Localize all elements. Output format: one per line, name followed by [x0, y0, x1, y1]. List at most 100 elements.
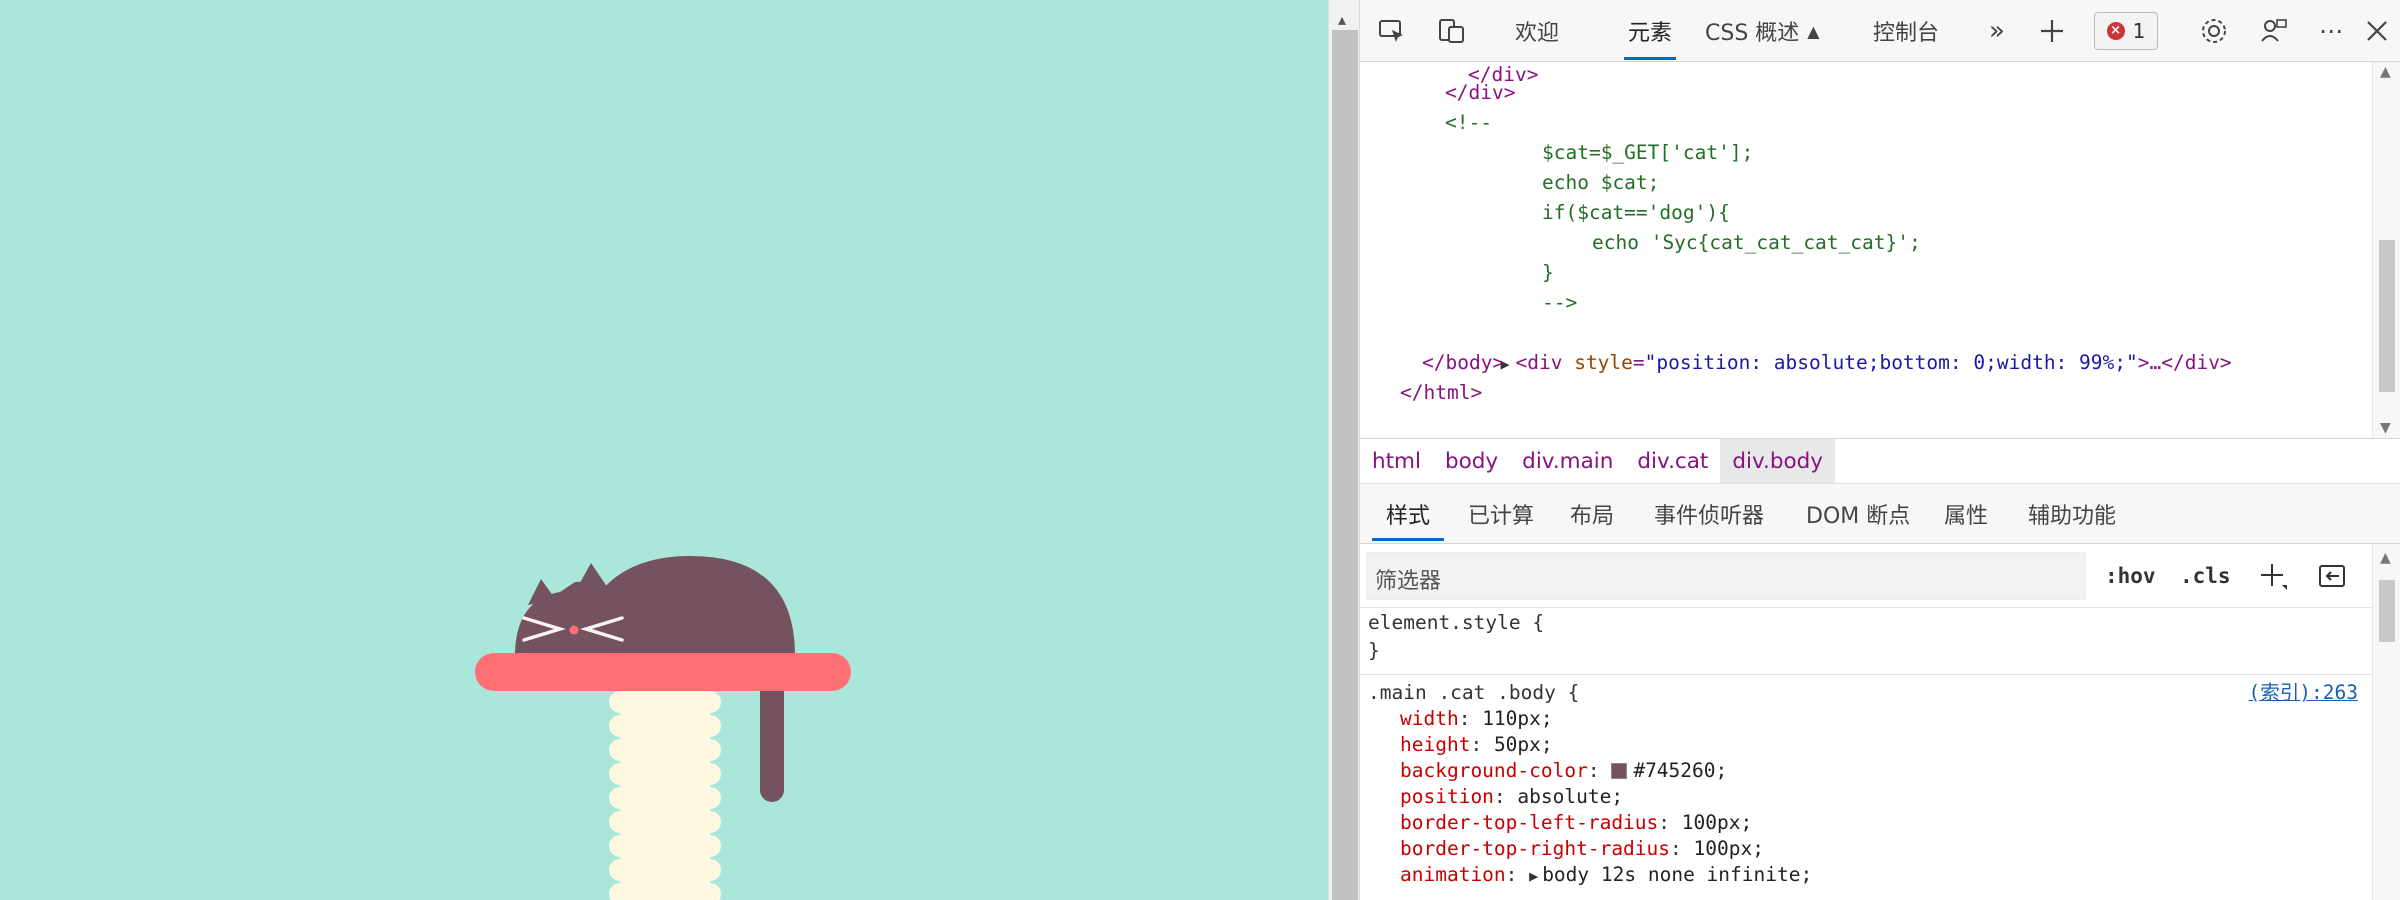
- scrollbar-thumb[interactable]: [2379, 240, 2395, 392]
- styles-filter-input[interactable]: 筛选器: [1366, 552, 2086, 600]
- dom-line[interactable]: </html>: [1400, 378, 1482, 408]
- css-property: width: [1400, 707, 1459, 730]
- element-style-selector[interactable]: element.style {: [1368, 610, 1544, 636]
- dom-comment-line[interactable]: echo $cat;: [1542, 168, 1659, 198]
- dom-line[interactable]: </div>: [1445, 78, 1515, 108]
- tab-css-overview-label: CSS 概述: [1705, 21, 1800, 46]
- page-scrollbar[interactable]: ▴: [1328, 0, 1360, 900]
- dom-node-div[interactable]: ▶ <div style="position: absolute;bottom: …: [1430, 318, 2231, 374]
- tab-layout[interactable]: 布局: [1570, 484, 1614, 544]
- breadcrumb-div-body[interactable]: div.body: [1720, 439, 1836, 483]
- color-swatch[interactable]: [1611, 763, 1628, 779]
- dom-comment-line[interactable]: if($cat=='dog'){: [1542, 198, 1730, 228]
- error-count-badge[interactable]: × 1: [2094, 12, 2158, 50]
- dom-tree-scrollbar[interactable]: ▲ ▼: [2372, 62, 2400, 438]
- css-value: 100px;: [1681, 811, 1753, 834]
- scroll-up-icon[interactable]: ▲: [2380, 64, 2391, 80]
- element-style-close: }: [1368, 639, 1380, 662]
- scroll-up-icon[interactable]: ▲: [2380, 550, 2391, 566]
- rule-divider: [1360, 674, 2372, 675]
- dom-comment-line[interactable]: echo 'Syc{cat_cat_cat_cat}';: [1592, 228, 1921, 258]
- device-emulation-icon[interactable]: [1434, 14, 1468, 48]
- more-options-icon[interactable]: ⋯: [2314, 14, 2348, 48]
- feedback-icon[interactable]: [2257, 14, 2291, 48]
- tab-elements[interactable]: 元素: [1624, 0, 1677, 62]
- tab-css-overview[interactable]: CSS 概述 ▲: [1705, 0, 1820, 62]
- dom-comment-line[interactable]: $cat=$_GET['cat'];: [1542, 138, 1753, 168]
- css-declaration[interactable]: background-color: #745260;: [1400, 758, 1727, 784]
- css-value: body 12s none infinite;: [1542, 863, 1813, 886]
- animation-play-icon[interactable]: ▶: [1529, 863, 1538, 889]
- rule-selector[interactable]: .main .cat .body {: [1368, 680, 1579, 706]
- settings-icon[interactable]: [2197, 14, 2231, 48]
- tab-computed[interactable]: 已计算: [1468, 484, 1534, 544]
- scrollbar-thumb[interactable]: [2379, 580, 2395, 642]
- dom-comment-close[interactable]: -->: [1542, 288, 1577, 318]
- dom-comment-open[interactable]: <!--: [1445, 108, 1492, 138]
- css-value: 100px;: [1693, 837, 1764, 860]
- dom-line[interactable]: </body>: [1422, 348, 1504, 378]
- more-tabs-icon[interactable]: »: [1980, 14, 2014, 48]
- tab-event-listeners[interactable]: 事件侦听器: [1654, 484, 1764, 544]
- scroll-down-icon[interactable]: ▼: [2380, 420, 2391, 436]
- css-value: #745260;: [1633, 759, 1728, 782]
- error-count: 1: [2132, 19, 2146, 43]
- css-value: 110px;: [1482, 707, 1553, 730]
- css-declaration[interactable]: position: absolute;: [1400, 784, 1623, 810]
- inspect-icon[interactable]: [1375, 14, 1409, 48]
- cat-scene: [475, 556, 851, 900]
- breadcrumb-div-cat[interactable]: div.cat: [1625, 439, 1720, 483]
- flask-icon: ▲: [1807, 21, 1820, 41]
- css-declaration[interactable]: animation: ▶ body 12s none infinite;: [1400, 862, 1812, 888]
- tab-properties[interactable]: 属性: [1944, 484, 1988, 544]
- dom-tag: <div: [1515, 351, 1563, 374]
- error-icon: ×: [2106, 22, 2125, 40]
- css-property: border-top-left-radius: [1400, 811, 1659, 834]
- dom-comment-line[interactable]: }: [1542, 258, 1554, 288]
- css-property: height: [1400, 733, 1471, 756]
- styles-pane: element.style { } .main .cat .body { (索引…: [1360, 608, 2372, 900]
- cls-button[interactable]: .cls: [2180, 552, 2231, 600]
- toggle-sidebar-icon[interactable]: [2317, 552, 2347, 600]
- css-declaration[interactable]: border-top-right-radius: 100px;: [1400, 836, 1764, 862]
- breadcrumb-body[interactable]: body: [1433, 439, 1510, 483]
- css-declaration[interactable]: width: 110px;: [1400, 706, 1553, 732]
- tab-accessibility[interactable]: 辅助功能: [2028, 484, 2116, 544]
- dom-tree[interactable]: </div> </div> <!-- $cat=$_GET['cat']; ec…: [1360, 62, 2372, 438]
- dom-attr-value: "position: absolute;bottom: 0;width: 99%…: [1644, 351, 2138, 374]
- dom-attr-name: style: [1574, 351, 1633, 374]
- page-viewport: [0, 0, 1328, 900]
- new-style-rule-icon[interactable]: [2258, 552, 2288, 600]
- css-declaration[interactable]: border-top-left-radius: 100px;: [1400, 810, 1752, 836]
- breadcrumb-html[interactable]: html: [1360, 439, 1433, 483]
- breadcrumb: html body div.main div.cat div.body: [1360, 438, 2400, 484]
- cat-ear-right: [576, 563, 612, 594]
- css-declaration[interactable]: height: 50px;: [1400, 732, 1553, 758]
- scroll-up-icon[interactable]: ▴: [1338, 10, 1346, 29]
- css-value: absolute;: [1517, 785, 1624, 808]
- styles-filter-bar: 筛选器 :hov .cls: [1360, 544, 2372, 608]
- breadcrumb-div-main[interactable]: div.main: [1510, 439, 1625, 483]
- scrollbar-thumb[interactable]: [1332, 30, 1358, 900]
- devtools-panel: 欢迎 元素 CSS 概述 ▲ 控制台 » × 1 ⋯ </div> </div>…: [1360, 0, 2400, 900]
- cat-shelf: [475, 653, 851, 691]
- css-property: border-top-right-radius: [1400, 837, 1671, 860]
- css-property: position: [1400, 785, 1494, 808]
- styles-scrollbar[interactable]: ▲: [2372, 544, 2400, 900]
- styles-subtabs: 样式 已计算 布局 事件侦听器 DOM 断点 属性 辅助功能: [1360, 484, 2400, 544]
- css-property: background-color: [1400, 759, 1588, 782]
- css-property: animation: [1400, 863, 1506, 886]
- add-tab-icon[interactable]: [2035, 14, 2069, 48]
- hov-button[interactable]: :hov: [2105, 552, 2156, 600]
- close-icon[interactable]: [2360, 14, 2394, 48]
- dom-tag-end: >…</div>: [2137, 351, 2232, 374]
- scratching-post: [609, 680, 721, 900]
- rule-source-link[interactable]: (索引):263: [2249, 680, 2358, 706]
- tab-dom-breakpoints[interactable]: DOM 断点: [1806, 484, 1910, 544]
- devtools-toolbar: 欢迎 元素 CSS 概述 ▲ 控制台 » × 1 ⋯: [1360, 0, 2400, 62]
- tab-console[interactable]: 控制台: [1873, 0, 1939, 62]
- css-value: 50px;: [1493, 733, 1553, 756]
- tab-styles[interactable]: 样式: [1371, 484, 1445, 544]
- cat-nose: [569, 625, 579, 635]
- tab-welcome[interactable]: 欢迎: [1515, 0, 1559, 62]
